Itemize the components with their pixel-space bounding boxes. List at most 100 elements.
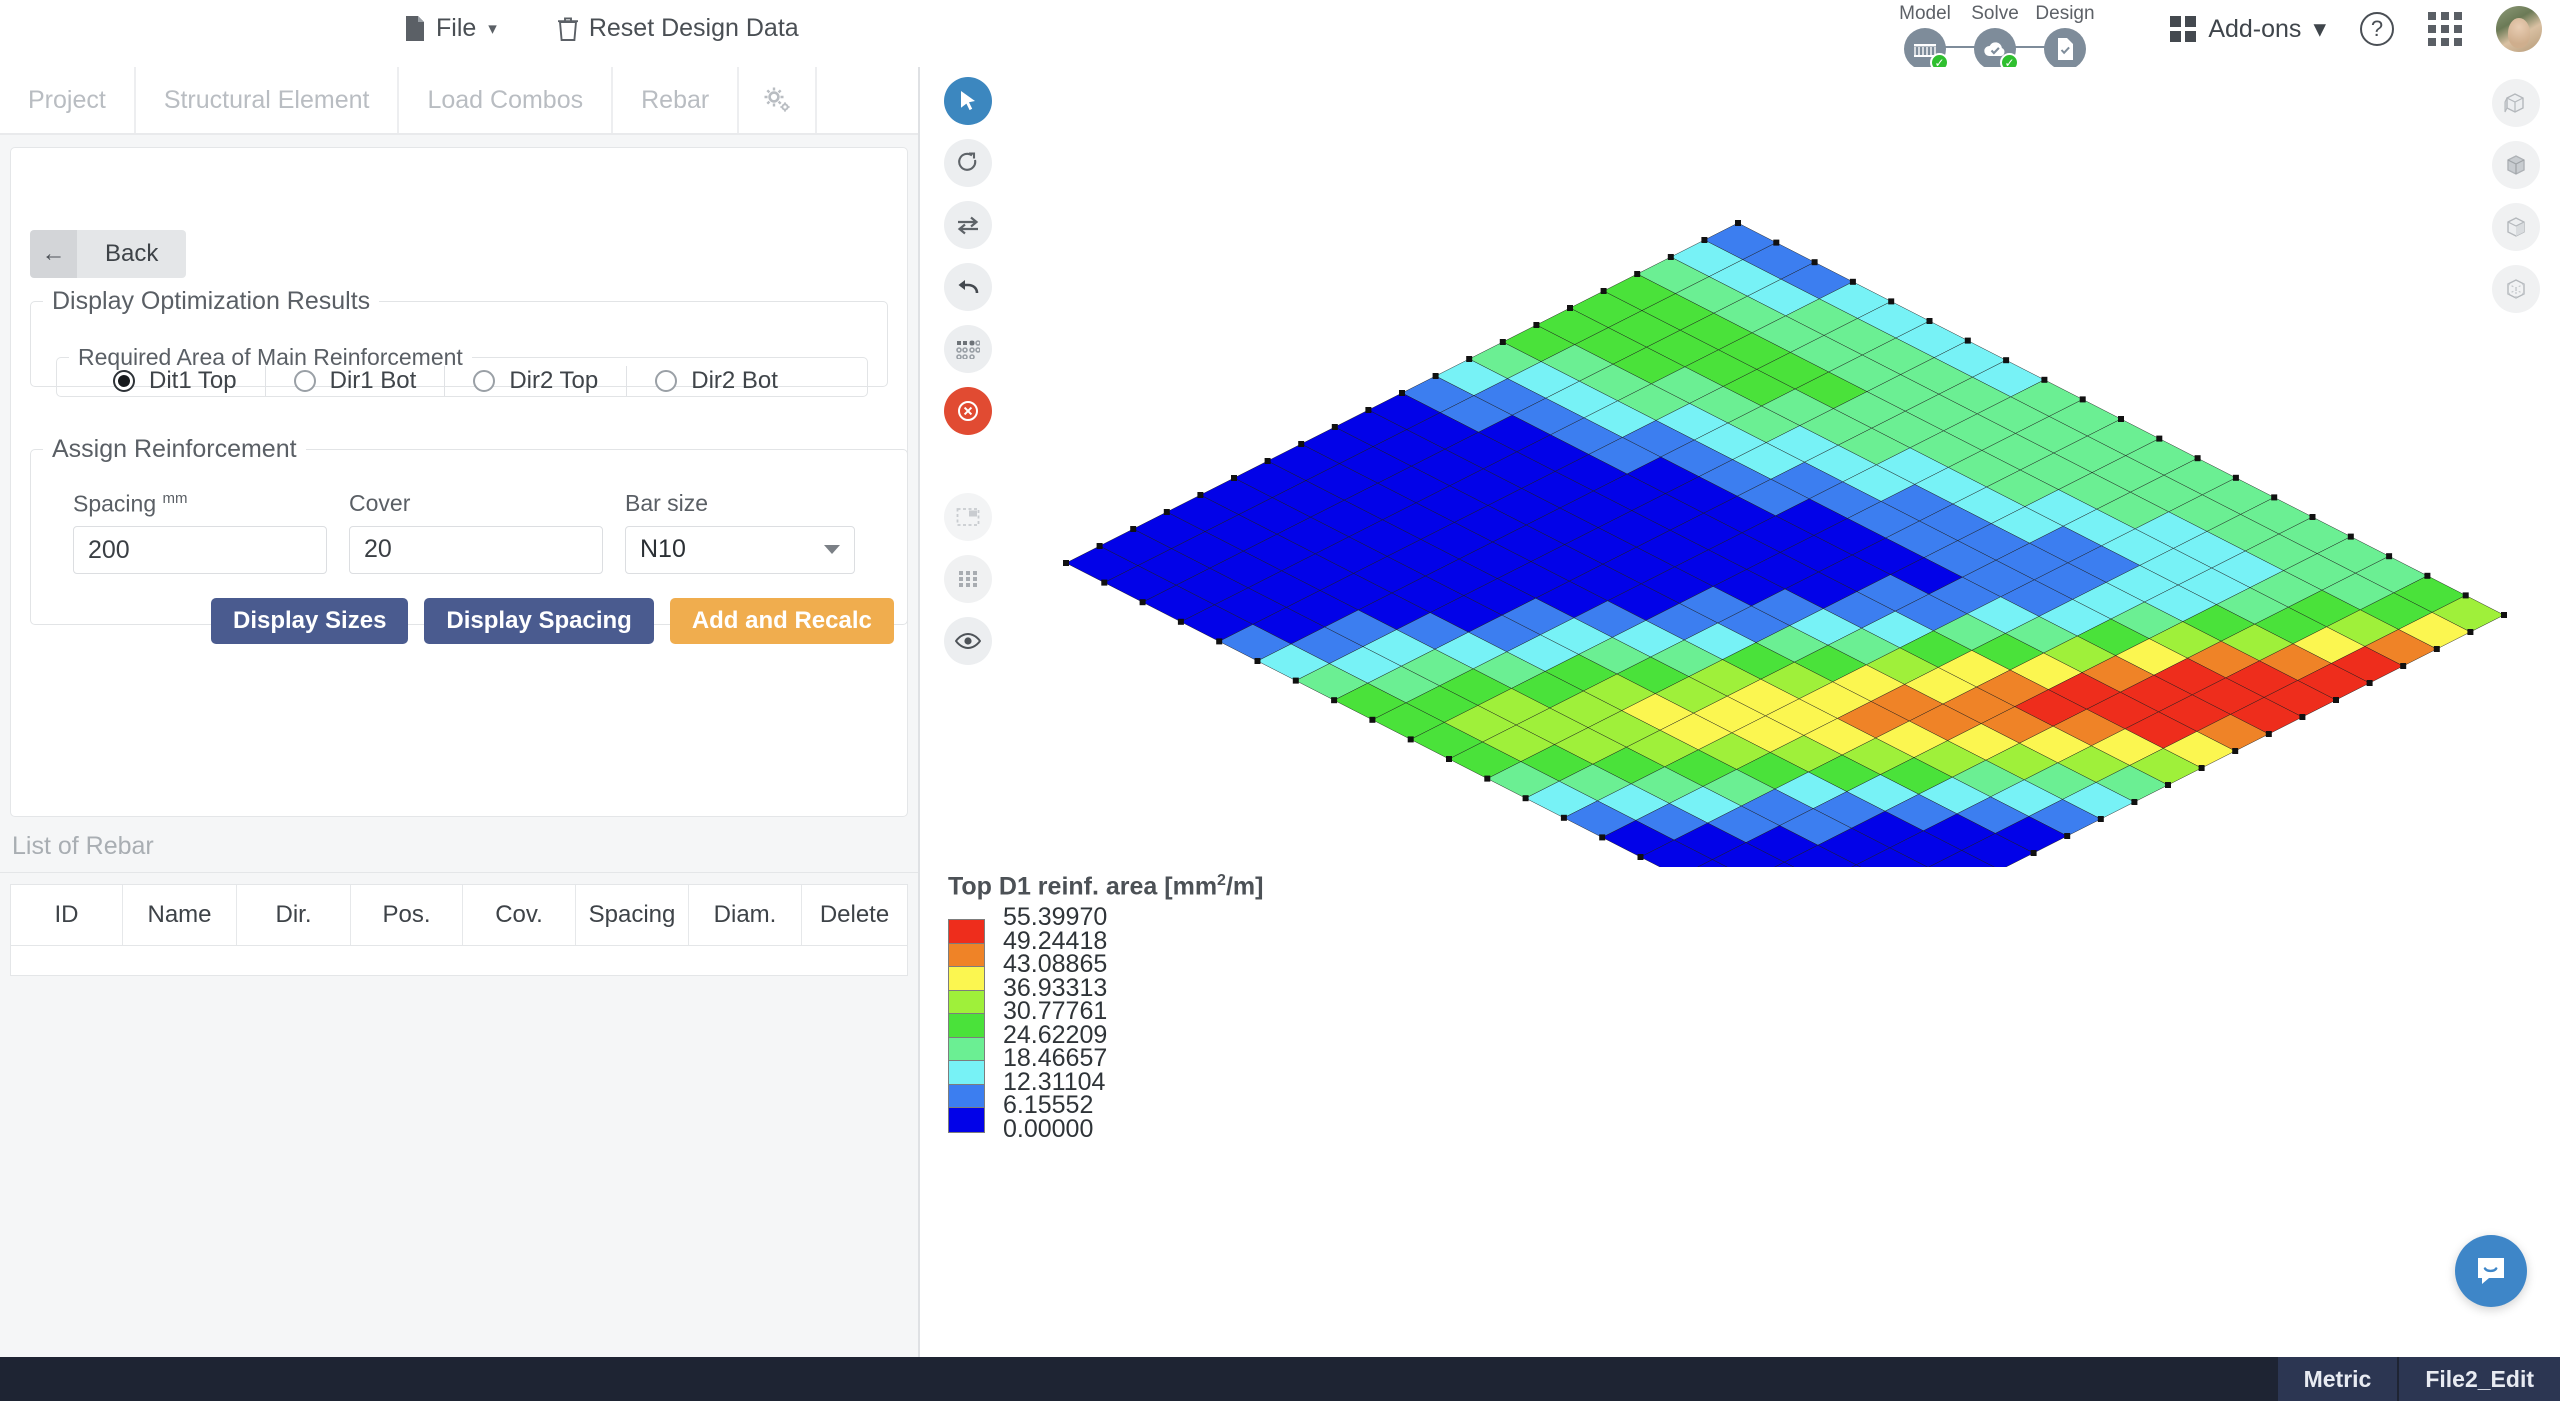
display-spacing-button[interactable]: Display Spacing xyxy=(424,598,654,645)
model-viewport[interactable]: Top D1 reinf. area [mm2/m] 55.39970 49.24… xyxy=(920,67,2560,1357)
tab-settings[interactable] xyxy=(739,67,818,133)
cover-input[interactable]: 20 xyxy=(349,525,603,574)
tab-load-combos[interactable]: Load Combos xyxy=(399,67,614,133)
tab-rebar[interactable]: Rebar xyxy=(613,67,740,133)
display-sizes-button[interactable]: Display Sizes xyxy=(211,598,409,645)
radio-dir2-bot[interactable]: Dir2 Bot xyxy=(655,367,778,395)
view-wireframe-icon[interactable] xyxy=(2492,265,2540,313)
mesh-cell xyxy=(1535,580,1609,619)
mesh-cell xyxy=(1439,395,1513,433)
radio-dir1-bot[interactable]: Dir1 Bot xyxy=(293,367,416,395)
view-side-icon[interactable] xyxy=(2492,203,2540,251)
mesh-cell xyxy=(1933,613,2006,651)
column-header-delete[interactable]: Delete xyxy=(802,885,907,945)
marquee-select-icon[interactable] xyxy=(944,493,992,541)
tab-project[interactable]: Project xyxy=(0,67,136,133)
view-iso-icon[interactable] xyxy=(2492,141,2540,189)
mesh-cell xyxy=(1310,499,1383,538)
mesh-cell xyxy=(1357,592,1431,630)
mesh-cell xyxy=(1693,422,1767,460)
mesh-node xyxy=(2467,629,2474,635)
mesh-cell xyxy=(1708,259,1782,297)
mesh-cell xyxy=(1793,644,1867,683)
chat-bubble-icon[interactable] xyxy=(2455,1235,2527,1307)
column-header-id[interactable]: ID xyxy=(11,885,123,945)
help-button[interactable]: ? xyxy=(2360,12,2394,46)
select-cursor-icon[interactable] xyxy=(944,77,992,125)
mesh-cell xyxy=(1798,681,1872,719)
mesh-cell xyxy=(1290,626,1364,664)
radio-indicator xyxy=(655,370,678,393)
mesh-cell xyxy=(1755,625,1829,663)
mesh-cell xyxy=(1501,597,1575,636)
mesh-cell xyxy=(1976,396,2050,434)
mesh-cell xyxy=(1769,735,1843,773)
mesh-cell xyxy=(1362,629,1436,667)
undo-arrow-icon[interactable] xyxy=(944,263,992,311)
mesh-node xyxy=(2501,612,2507,618)
eye-visibility-icon[interactable] xyxy=(944,617,992,665)
mesh-node xyxy=(1735,220,1741,226)
mesh-cell xyxy=(1645,603,1719,641)
column-header-dir[interactable]: Dir. xyxy=(237,885,351,945)
mesh-cell xyxy=(2139,548,2213,586)
radio-dir1-top-label: Dit1 Top xyxy=(149,367,237,395)
mesh-cell xyxy=(1664,476,1738,514)
column-header-spacing[interactable]: Spacing xyxy=(576,885,689,945)
radio-dir1-top[interactable]: Dit1 Top xyxy=(113,367,237,395)
back-button[interactable]: ← Back xyxy=(30,230,187,278)
column-header-diam[interactable]: Diam. xyxy=(689,885,802,945)
column-header-pos[interactable]: Pos. xyxy=(351,885,463,945)
mesh-cell xyxy=(1742,242,1816,280)
cloud-check-icon: ✓ xyxy=(1974,28,2019,72)
mesh-cell xyxy=(2263,680,2337,718)
mesh-cell xyxy=(1818,281,1892,319)
mesh-cell xyxy=(1711,842,1785,880)
rotate-icon[interactable] xyxy=(944,139,992,187)
workflow-step-model[interactable]: Model ✓ xyxy=(1890,3,1960,72)
mesh-cell xyxy=(1334,409,1408,447)
question-mark-icon: ? xyxy=(2370,16,2384,41)
mesh-cell xyxy=(2162,731,2236,769)
mesh-cell xyxy=(1410,448,1484,487)
mesh-cell xyxy=(1669,512,1743,551)
mesh-cell xyxy=(1875,447,1949,485)
workflow-step-solve[interactable]: Solve ✓ xyxy=(1960,3,2030,72)
mesh-node xyxy=(2041,376,2048,383)
addons-button[interactable]: Add-ons ▾ xyxy=(2170,14,2326,44)
mesh-cell xyxy=(1785,298,1859,336)
spacing-input[interactable]: 200 xyxy=(73,526,327,575)
mesh-cell xyxy=(1601,820,1675,858)
file-menu-button[interactable]: File ▾ xyxy=(400,8,501,49)
grid-icon[interactable] xyxy=(944,555,992,603)
mesh-cell xyxy=(1377,465,1451,504)
mesh-cell xyxy=(1913,740,1987,778)
tab-structural-element[interactable]: Structural Element xyxy=(136,67,400,133)
view-front-icon[interactable] xyxy=(2492,79,2540,127)
swap-arrows-icon[interactable] xyxy=(944,201,992,249)
avatar[interactable] xyxy=(2496,6,2542,52)
mesh-cell xyxy=(1847,501,1920,539)
apps-grid-icon[interactable] xyxy=(2428,12,2462,46)
spacing-unit: mm xyxy=(162,489,188,507)
mesh-node xyxy=(2309,514,2316,520)
mesh-cell xyxy=(1684,349,1758,387)
status-file-name[interactable]: File2_Edit xyxy=(2399,1357,2560,1401)
legend-color-bar xyxy=(948,919,985,1133)
node-select-icon[interactable] xyxy=(944,325,992,373)
mesh-cell xyxy=(1689,386,1762,424)
workflow-step-design[interactable]: Design xyxy=(2030,3,2100,70)
mesh-node xyxy=(1634,271,1641,277)
radio-dir2-top[interactable]: Dir2 Top xyxy=(473,367,598,395)
add-and-recalc-button[interactable]: Add and Recalc xyxy=(669,598,894,645)
status-bar: Metric File2_Edit xyxy=(0,1357,2560,1401)
status-units[interactable]: Metric xyxy=(2277,1357,2398,1401)
column-header-name[interactable]: Name xyxy=(123,885,237,945)
mesh-cell xyxy=(1836,701,1910,739)
reset-design-data-button[interactable]: Reset Design Data xyxy=(553,8,803,49)
column-header-cov[interactable]: Cov. xyxy=(463,885,576,945)
barsize-select[interactable]: N10 xyxy=(625,525,855,574)
mesh-node xyxy=(1499,339,1506,345)
mesh-cell xyxy=(2062,508,2136,547)
clear-selection-icon[interactable] xyxy=(944,387,992,435)
